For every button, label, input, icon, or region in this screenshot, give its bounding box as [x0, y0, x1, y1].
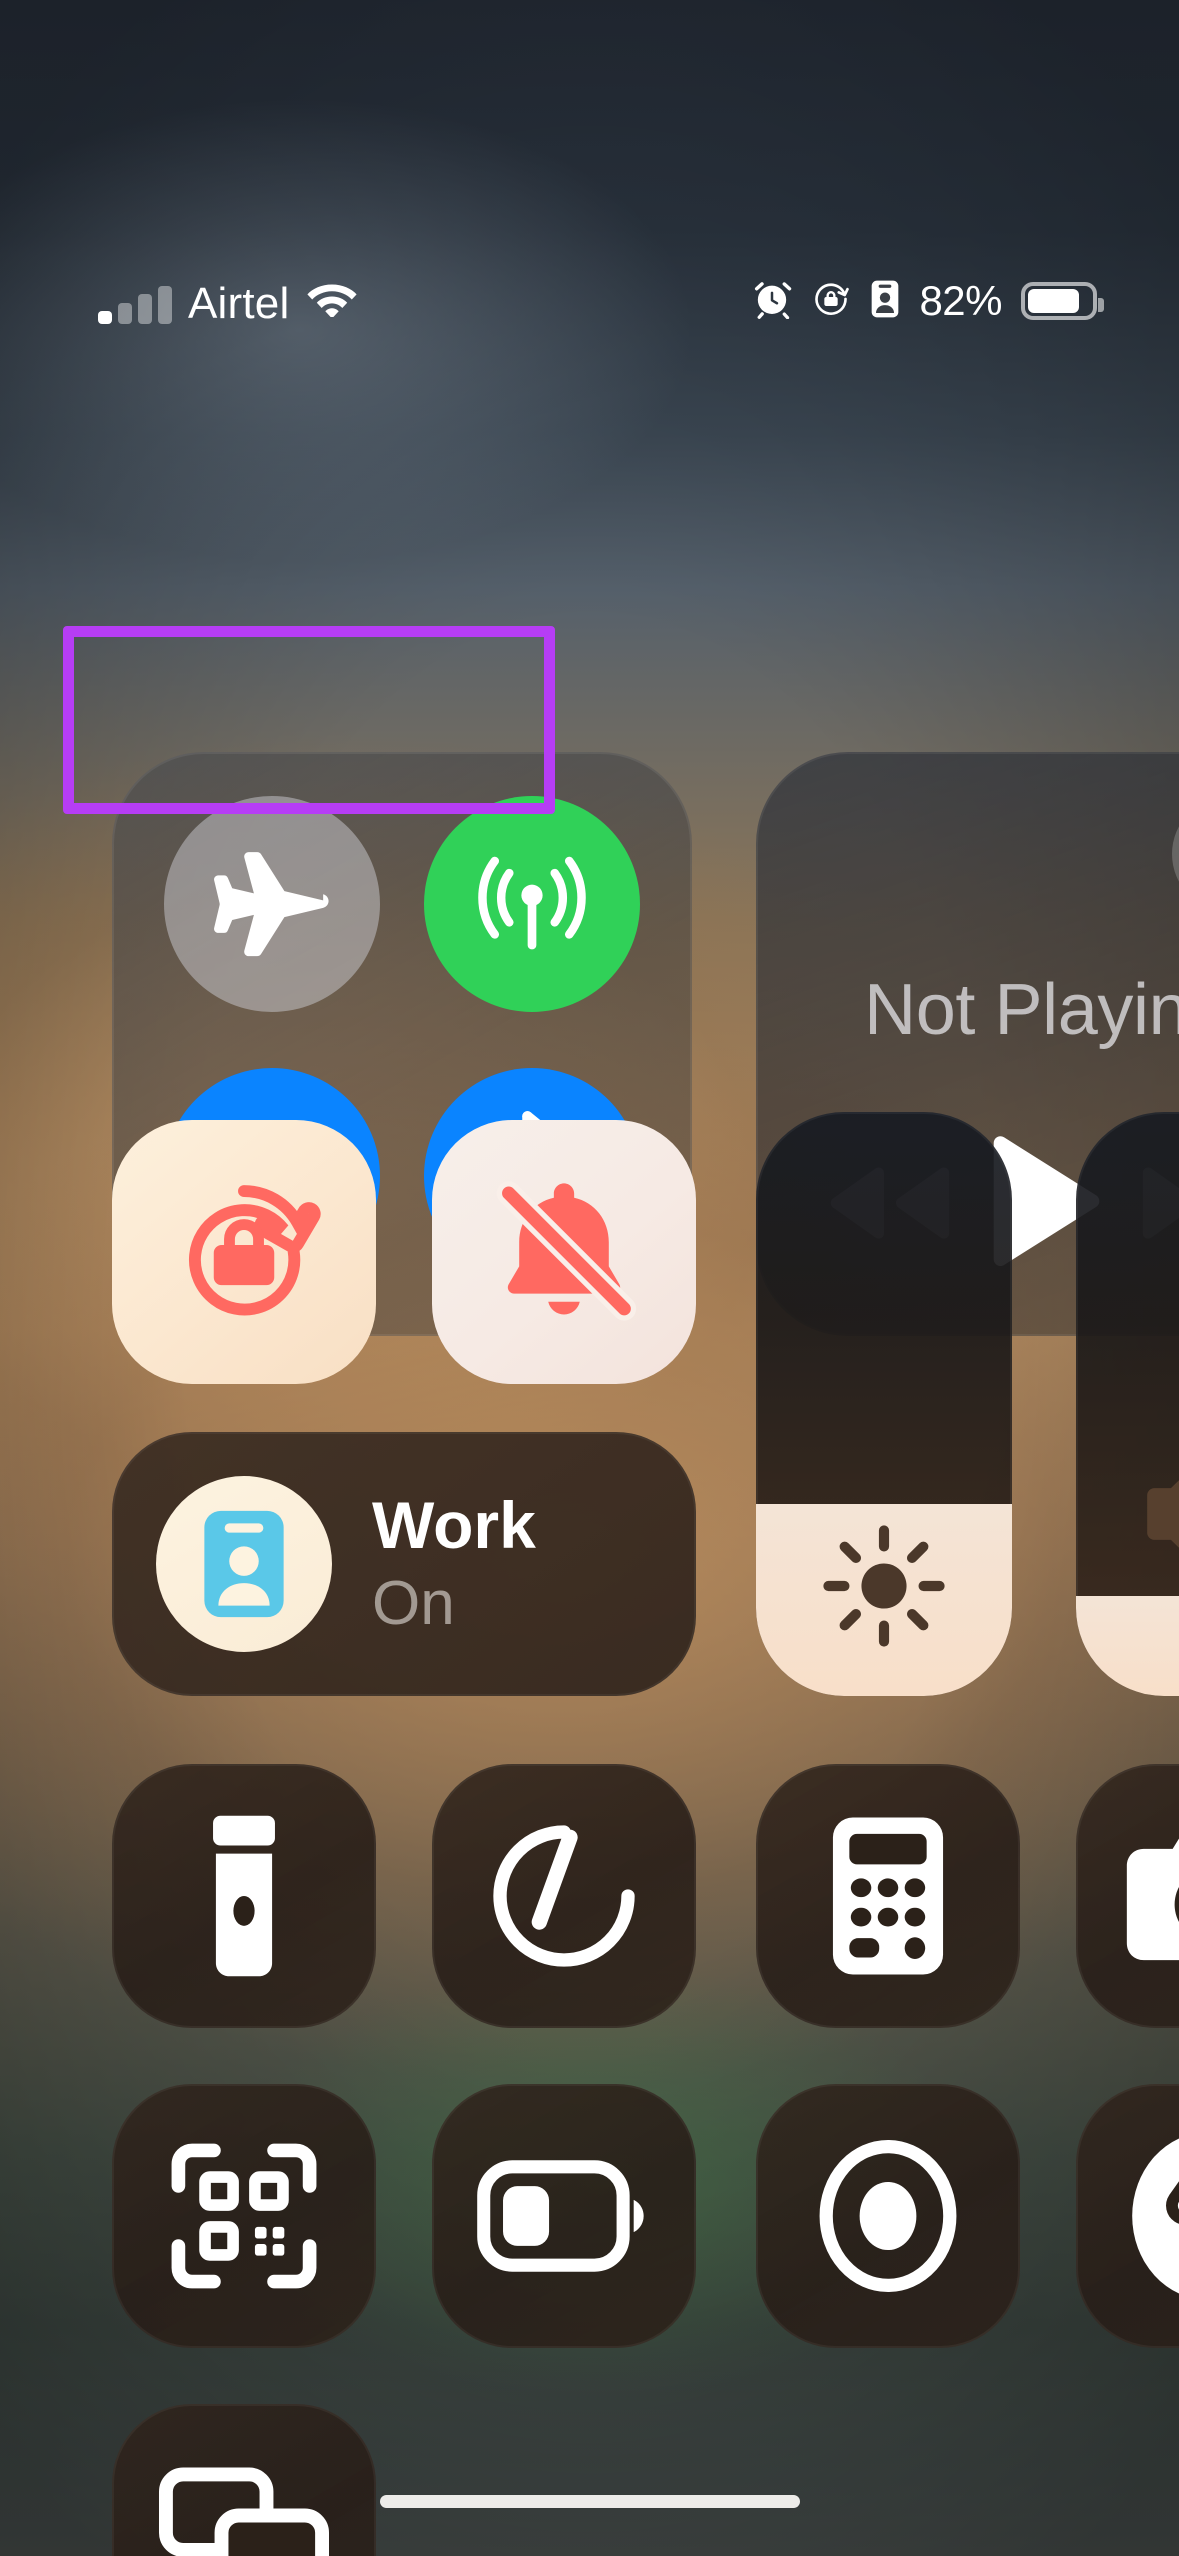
brightness-slider[interactable]	[756, 1112, 1012, 1696]
volume-slider[interactable]	[1076, 1112, 1179, 1696]
qr-code-icon	[171, 2143, 317, 2289]
timer-button[interactable]	[432, 1764, 696, 2028]
volume-fill	[1076, 1596, 1179, 1696]
focus-title: Work	[372, 1488, 536, 1562]
timer-icon	[493, 1825, 635, 1967]
low-power-mode-button[interactable]	[432, 2084, 696, 2348]
airplane-icon	[214, 852, 329, 957]
shazam-icon	[1132, 2138, 1179, 2294]
control-center: Not Playing	[0, 0, 1179, 2556]
camera-button[interactable]	[1076, 1764, 1179, 2028]
shazam-button[interactable]	[1076, 2084, 1179, 2348]
home-indicator[interactable]	[379, 2495, 800, 2508]
volume-icon-wrap	[1076, 1452, 1179, 1576]
focus-text: Work On	[372, 1486, 536, 1642]
rotation-lock-icon	[188, 1185, 321, 1316]
sun-icon	[823, 1525, 945, 1647]
calculator-icon	[832, 1817, 944, 1975]
focus-mode-tile[interactable]: Work On	[112, 1432, 696, 1696]
bell-slash-icon	[496, 1181, 637, 1321]
flashlight-button[interactable]	[112, 1764, 376, 2028]
silent-mode-toggle[interactable]	[432, 1120, 696, 1384]
speaker-wave-icon	[1147, 1480, 1179, 1548]
focus-icon-wrap	[156, 1476, 332, 1652]
camera-icon	[1126, 1838, 1179, 1961]
brightness-icon-wrap	[756, 1520, 1012, 1652]
focus-subtitle: On	[372, 1568, 455, 1638]
media-status-label: Not Playing	[864, 968, 1179, 1050]
calculator-button[interactable]	[756, 1764, 1020, 2028]
flashlight-icon	[213, 1815, 275, 1977]
cellular-antenna-icon	[478, 856, 586, 950]
airplay-button[interactable]	[1172, 796, 1179, 912]
rotation-lock-toggle[interactable]	[112, 1120, 376, 1384]
cellular-data-toggle[interactable]	[424, 796, 640, 1012]
qr-code-scanner-button[interactable]	[112, 2084, 376, 2348]
work-badge-icon	[204, 1510, 284, 1618]
battery-low-icon	[477, 2160, 644, 2272]
screen-mirroring-button[interactable]	[112, 2404, 376, 2556]
airplane-mode-toggle[interactable]	[164, 796, 380, 1012]
record-icon	[819, 2139, 957, 2293]
screen-mirroring-icon	[158, 2467, 330, 2556]
screen-recording-button[interactable]	[756, 2084, 1020, 2348]
